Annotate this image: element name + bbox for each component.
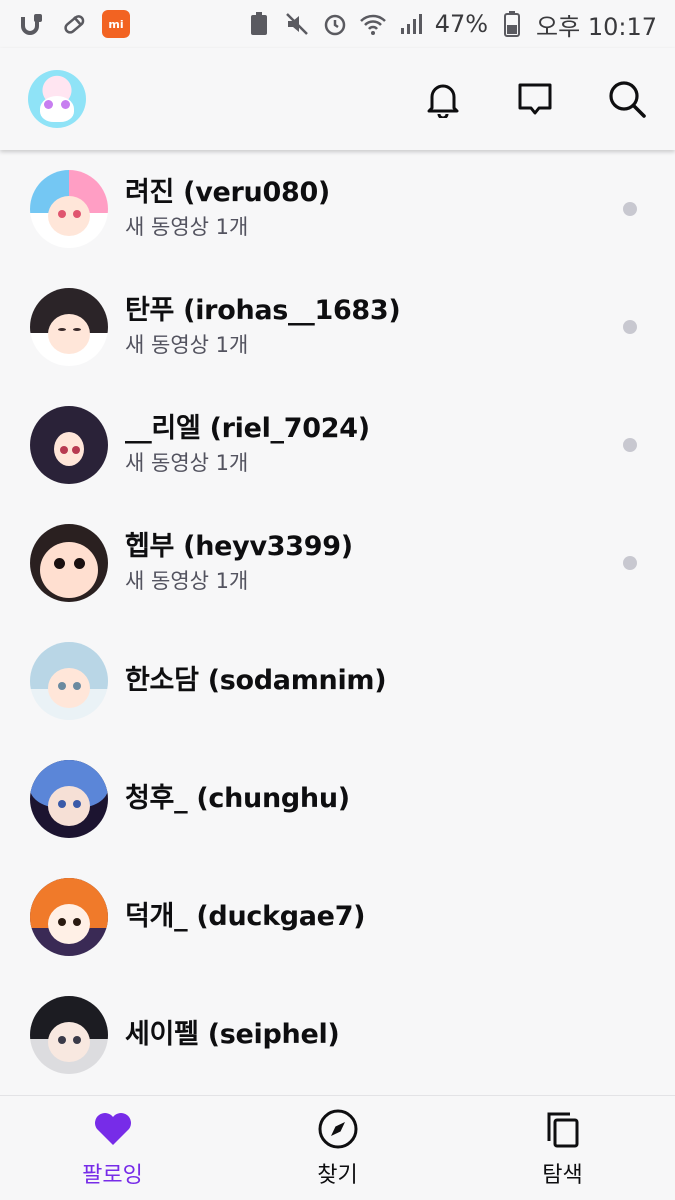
copy-icon <box>541 1107 585 1151</box>
profile-avatar[interactable] <box>28 70 86 128</box>
signal-icon <box>397 10 425 38</box>
bottom-nav: 팔로잉 찾기 탐색 <box>0 1095 675 1200</box>
list-item[interactable]: 세이펠 (seiphel) <box>0 976 675 1094</box>
unread-dot <box>623 556 637 570</box>
channel-name: __리엘 (riel_7024) <box>125 413 370 444</box>
pill-icon <box>60 10 88 38</box>
u-app-icon <box>18 10 46 38</box>
channel-subtitle: 새 동영상 1개 <box>125 333 249 357</box>
unread-dot <box>623 320 637 334</box>
channel-avatar <box>30 170 108 248</box>
recycle-icon <box>245 10 273 38</box>
status-bar: mi 47% 오후 10:17 <box>0 0 675 48</box>
channel-avatar <box>30 760 108 838</box>
nav-browse[interactable]: 찾기 <box>225 1096 450 1200</box>
list-item[interactable]: 청후_ (chunghu) <box>0 740 675 858</box>
top-app-bar <box>0 48 675 150</box>
channel-avatar <box>30 996 108 1074</box>
chat-bubble-icon <box>518 83 552 115</box>
nav-discover[interactable]: 탐색 <box>450 1096 675 1200</box>
alarm-icon <box>321 10 349 38</box>
bell-icon <box>427 84 459 118</box>
mute-icon <box>283 10 311 38</box>
channel-subtitle: 새 동영상 1개 <box>125 451 249 475</box>
notifications-button[interactable] <box>423 79 463 119</box>
wifi-icon <box>359 10 387 38</box>
nav-label: 팔로잉 <box>82 1163 143 1188</box>
channel-name: 덕개_ (duckgae7) <box>125 901 366 932</box>
clock-time: 오후 10:17 <box>536 12 657 41</box>
battery-percent: 47% <box>434 10 489 38</box>
list-item[interactable]: 탄푸 (irohas__1683) 새 동영상 1개 <box>0 268 675 386</box>
channel-name: 청후_ (chunghu) <box>125 783 350 814</box>
battery-icon <box>498 10 526 38</box>
list-item[interactable]: 한소담 (sodamnim) <box>0 622 675 740</box>
heart-icon <box>91 1107 135 1151</box>
channel-subtitle: 새 동영상 1개 <box>125 215 249 239</box>
channel-name: 세이펠 (seiphel) <box>125 1019 340 1050</box>
unread-dot <box>623 438 637 452</box>
channel-avatar <box>30 406 108 484</box>
whispers-button[interactable] <box>515 79 555 119</box>
channel-name: 헵부 (heyv3399) <box>125 531 353 562</box>
channel-name: 한소담 (sodamnim) <box>125 665 387 696</box>
nav-label: 찾기 <box>317 1163 358 1188</box>
channel-avatar <box>30 288 108 366</box>
channel-avatar <box>30 878 108 956</box>
list-item[interactable]: 덕개_ (duckgae7) <box>0 858 675 976</box>
following-list: 려진 (veru080) 새 동영상 1개 탄푸 (irohas__1683) … <box>0 150 675 1095</box>
search-icon <box>609 81 646 118</box>
channel-avatar <box>30 524 108 602</box>
search-button[interactable] <box>607 79 647 119</box>
channel-name: 탄푸 (irohas__1683) <box>125 295 401 326</box>
channel-name: 려진 (veru080) <box>125 177 330 208</box>
list-item[interactable]: __리엘 (riel_7024) 새 동영상 1개 <box>0 386 675 504</box>
compass-icon <box>316 1107 360 1151</box>
channel-subtitle: 새 동영상 1개 <box>125 569 249 593</box>
list-item[interactable]: 려진 (veru080) 새 동영상 1개 <box>0 150 675 268</box>
nav-following[interactable]: 팔로잉 <box>0 1096 225 1200</box>
unread-dot <box>623 202 637 216</box>
list-item[interactable]: 헵부 (heyv3399) 새 동영상 1개 <box>0 504 675 622</box>
nav-label: 탐색 <box>542 1163 583 1188</box>
mi-app-icon: mi <box>102 10 130 38</box>
channel-avatar <box>30 642 108 720</box>
